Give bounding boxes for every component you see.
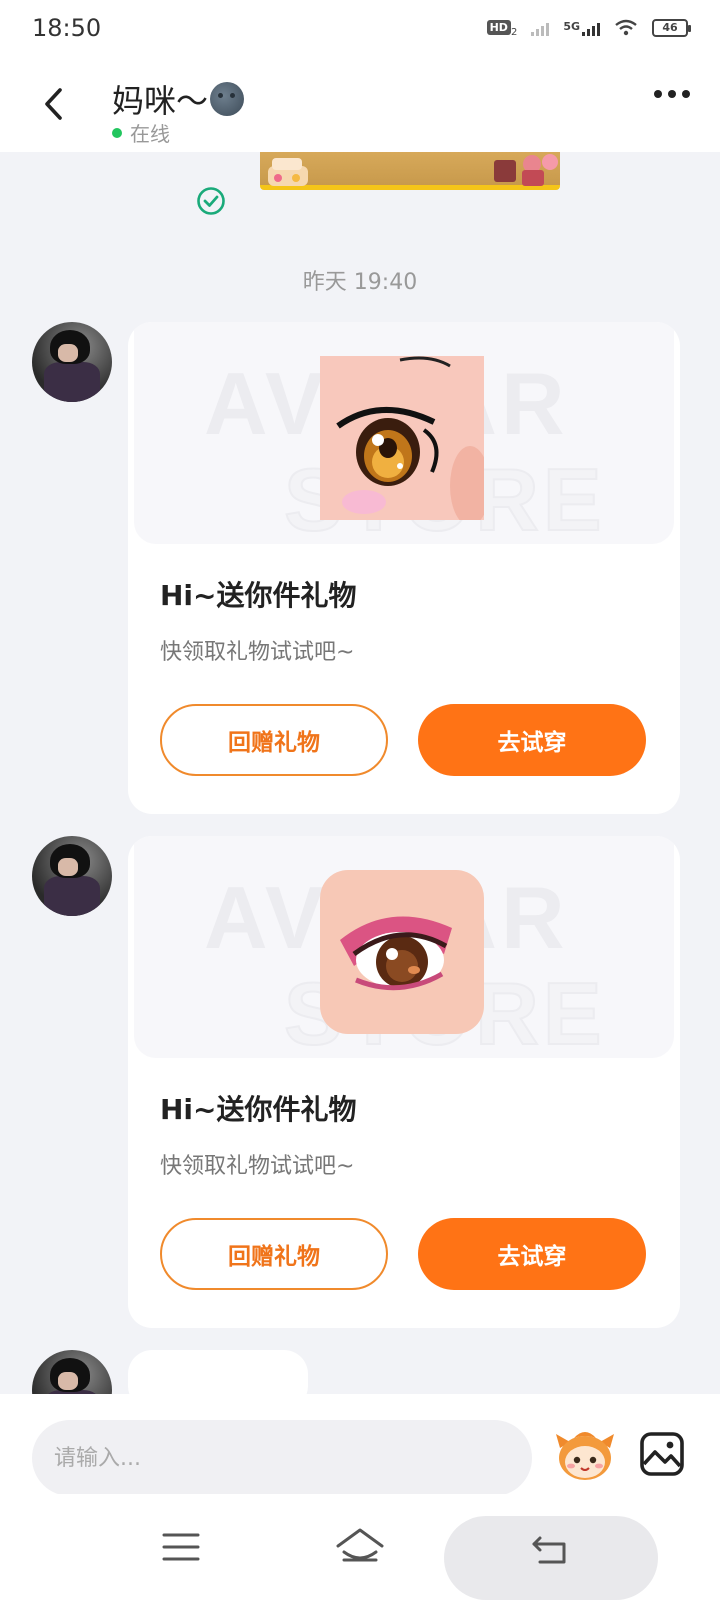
- return-gift-button[interactable]: 回赠礼物: [160, 1218, 388, 1290]
- gift-subtitle: 快领取礼物试试吧~: [160, 640, 355, 665]
- back-arrow-icon[interactable]: [530, 1532, 572, 1568]
- chat-header: 妈咪～ 在线: [0, 56, 720, 152]
- system-nav-bar: [0, 1494, 720, 1600]
- gift-message-card[interactable]: AVATAR STORE Hi~送你件礼物 快领取礼物试试吧~ 回赠礼物: [128, 322, 680, 814]
- return-gift-button[interactable]: 回赠礼物: [160, 704, 388, 776]
- gift-preview[interactable]: AVATAR STORE: [134, 322, 674, 549]
- contact-name: 妈咪～: [112, 76, 245, 122]
- partial-message-bubble[interactable]: [128, 1350, 308, 1394]
- sender-avatar[interactable]: [32, 836, 112, 916]
- back-button[interactable]: [34, 80, 74, 128]
- cake-sticker-icon: [268, 158, 308, 186]
- moon-emoji-icon: [210, 82, 245, 116]
- online-status-text: 在线: [130, 122, 170, 146]
- figures-sticker-icon: [494, 154, 558, 186]
- online-status: 在线: [112, 118, 170, 147]
- more-dots-icon: [654, 90, 662, 98]
- try-on-button[interactable]: 去试穿: [418, 704, 646, 776]
- signal-weak-icon: [531, 20, 550, 36]
- chevron-left-icon: [45, 88, 62, 120]
- anime-eye-gift-icon: [320, 356, 484, 520]
- gift-actions: 回赠礼物 去试穿: [160, 1218, 680, 1328]
- gift-title: Hi~送你件礼物: [160, 1093, 357, 1126]
- gift-title: Hi~送你件礼物: [160, 579, 357, 612]
- more-options-button[interactable]: [654, 90, 690, 98]
- status-icons: HD 2 5G 46: [486, 18, 691, 37]
- status-time: 18:50: [32, 14, 102, 42]
- signal-5g-icon: 5G: [563, 20, 600, 36]
- read-check-icon: [197, 187, 225, 215]
- try-on-button[interactable]: 去试穿: [418, 1218, 646, 1290]
- gift-actions: 回赠礼物 去试穿: [160, 704, 680, 814]
- message-input-bar: [0, 1394, 720, 1496]
- mascot-emoji-button[interactable]: [554, 1424, 616, 1486]
- hd-icon: HD 2: [486, 19, 517, 37]
- status-bar: 18:50 HD 2 5G 46: [0, 0, 720, 56]
- message-timestamp: 昨天 19:40: [302, 270, 418, 295]
- gift-subtitle: 快领取礼物试试吧~: [160, 1154, 355, 1179]
- wifi-icon: [615, 19, 637, 36]
- contact-name-text: 妈咪～: [112, 82, 209, 120]
- sender-avatar[interactable]: [32, 322, 112, 402]
- image-picker-icon[interactable]: [638, 1430, 686, 1478]
- gift-message-card[interactable]: AVATAR STORE Hi~送你件礼物 快领取礼物试试吧~ 回赠礼物 去试穿: [128, 836, 680, 1328]
- eye-makeup-gift-icon: [320, 870, 484, 1034]
- home-icon[interactable]: [334, 1524, 386, 1570]
- online-dot-icon: [112, 127, 122, 138]
- message-input[interactable]: [32, 1420, 532, 1496]
- sender-avatar[interactable]: [32, 1350, 112, 1394]
- battery-icon: 46: [652, 18, 691, 37]
- gift-preview[interactable]: AVATAR STORE: [134, 836, 674, 1063]
- chat-messages[interactable]: 昨天 19:40 AVATAR STORE: [0, 152, 720, 1394]
- menu-icon[interactable]: [158, 1524, 204, 1570]
